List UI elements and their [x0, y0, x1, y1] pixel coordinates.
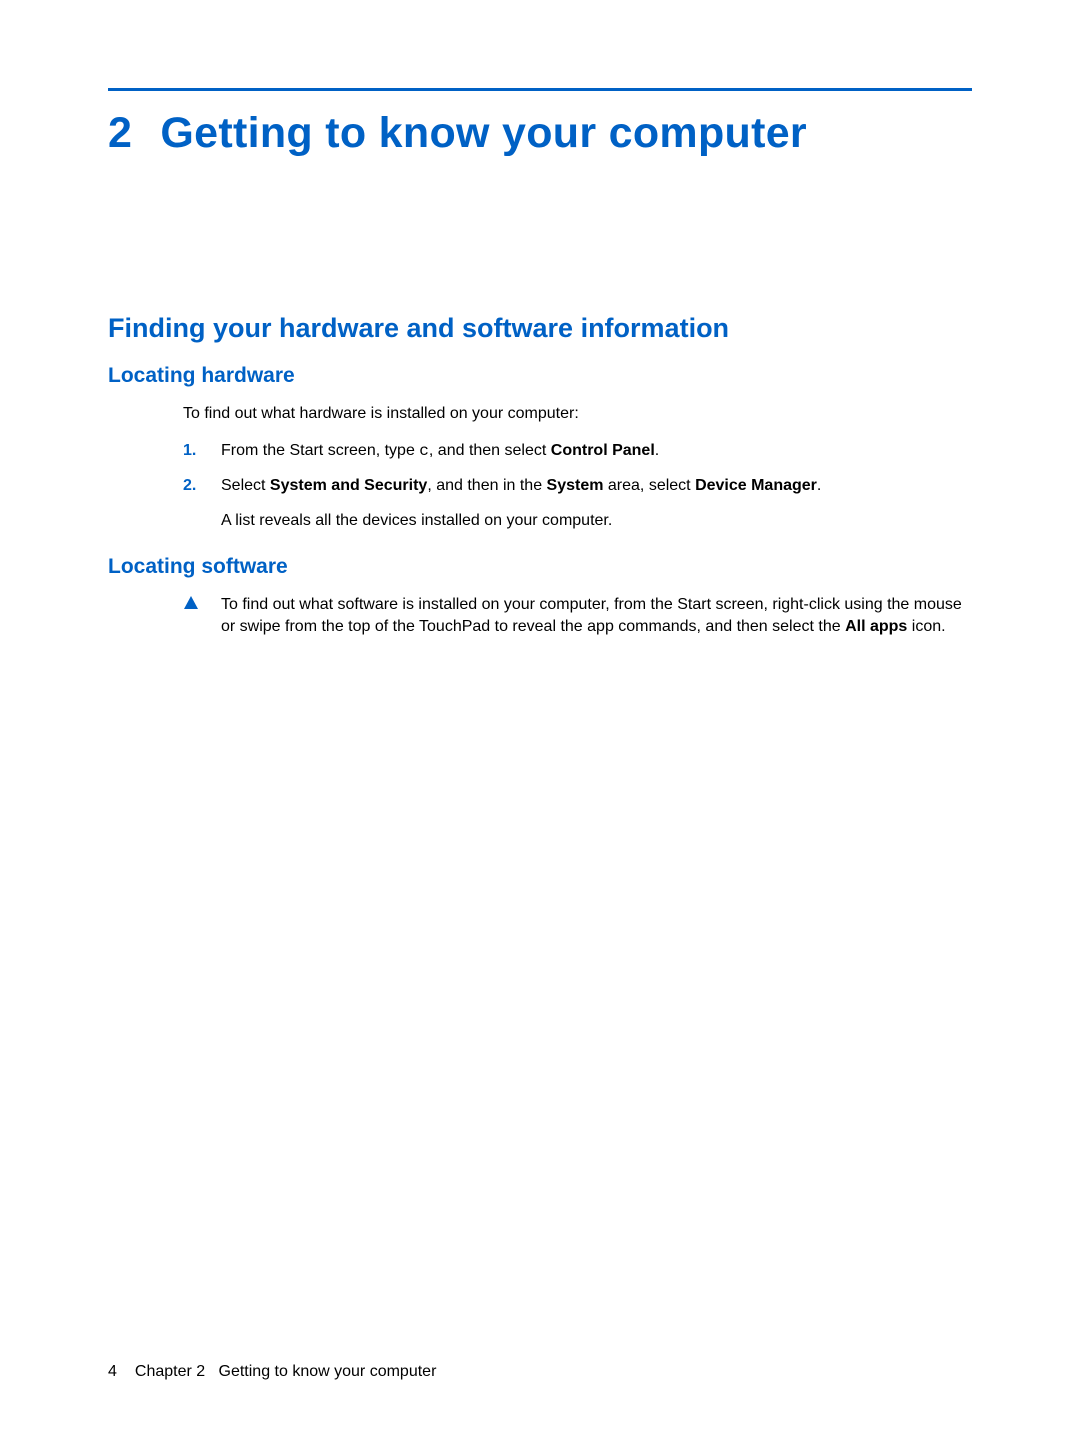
text-run: From the Start screen, type — [221, 442, 419, 459]
bold-text: Control Panel — [551, 442, 655, 459]
list-marker: 2. — [183, 475, 199, 531]
heading-3-software: Locating software — [108, 555, 972, 579]
text-run: , and then select — [429, 442, 551, 459]
document-page: 2 Getting to know your computer Finding … — [0, 0, 1080, 1437]
list-marker: 1. — [183, 440, 199, 463]
triangle-icon — [183, 594, 199, 637]
text-run: area, select — [603, 477, 695, 494]
text-run: , and then in the — [427, 477, 546, 494]
text-run: . — [817, 477, 821, 494]
bold-text: All apps — [845, 618, 907, 635]
note-content: To find out what software is installed o… — [221, 594, 972, 637]
chapter-title: 2 Getting to know your computer — [108, 109, 972, 158]
horizontal-rule — [108, 88, 972, 91]
intro-paragraph: To find out what hardware is installed o… — [183, 403, 972, 425]
sub-paragraph: A list reveals all the devices installed… — [221, 510, 972, 532]
page-footer: 4 Chapter 2 Getting to know your compute… — [108, 1363, 436, 1381]
text-run: . — [655, 442, 659, 459]
list-item: 1. From the Start screen, type c, and th… — [183, 440, 972, 463]
list-item: 2. Select System and Security, and then … — [183, 475, 972, 531]
ordered-list: 1. From the Start screen, type c, and th… — [183, 440, 972, 532]
page-number: 4 — [108, 1363, 117, 1381]
footer-chapter-title: Getting to know your computer — [219, 1363, 437, 1380]
heading-3-hardware: Locating hardware — [108, 364, 972, 388]
bold-text: System — [547, 477, 604, 494]
bold-text: System and Security — [270, 477, 427, 494]
bold-text: Device Manager — [695, 477, 817, 494]
text-run: Select — [221, 477, 270, 494]
heading-2: Finding your hardware and software infor… — [108, 313, 972, 344]
list-content: Select System and Security, and then in … — [221, 475, 972, 531]
list-content: From the Start screen, type c, and then … — [221, 440, 972, 463]
text-run: icon. — [907, 618, 945, 635]
chapter-number: 2 — [108, 109, 132, 158]
note-block: To find out what software is installed o… — [183, 594, 972, 637]
code-text: c — [419, 442, 429, 460]
chapter-title-text: Getting to know your computer — [160, 109, 807, 158]
footer-chapter-label: Chapter 2 — [135, 1363, 205, 1380]
footer-chapter: Chapter 2 Getting to know your computer — [135, 1363, 437, 1381]
